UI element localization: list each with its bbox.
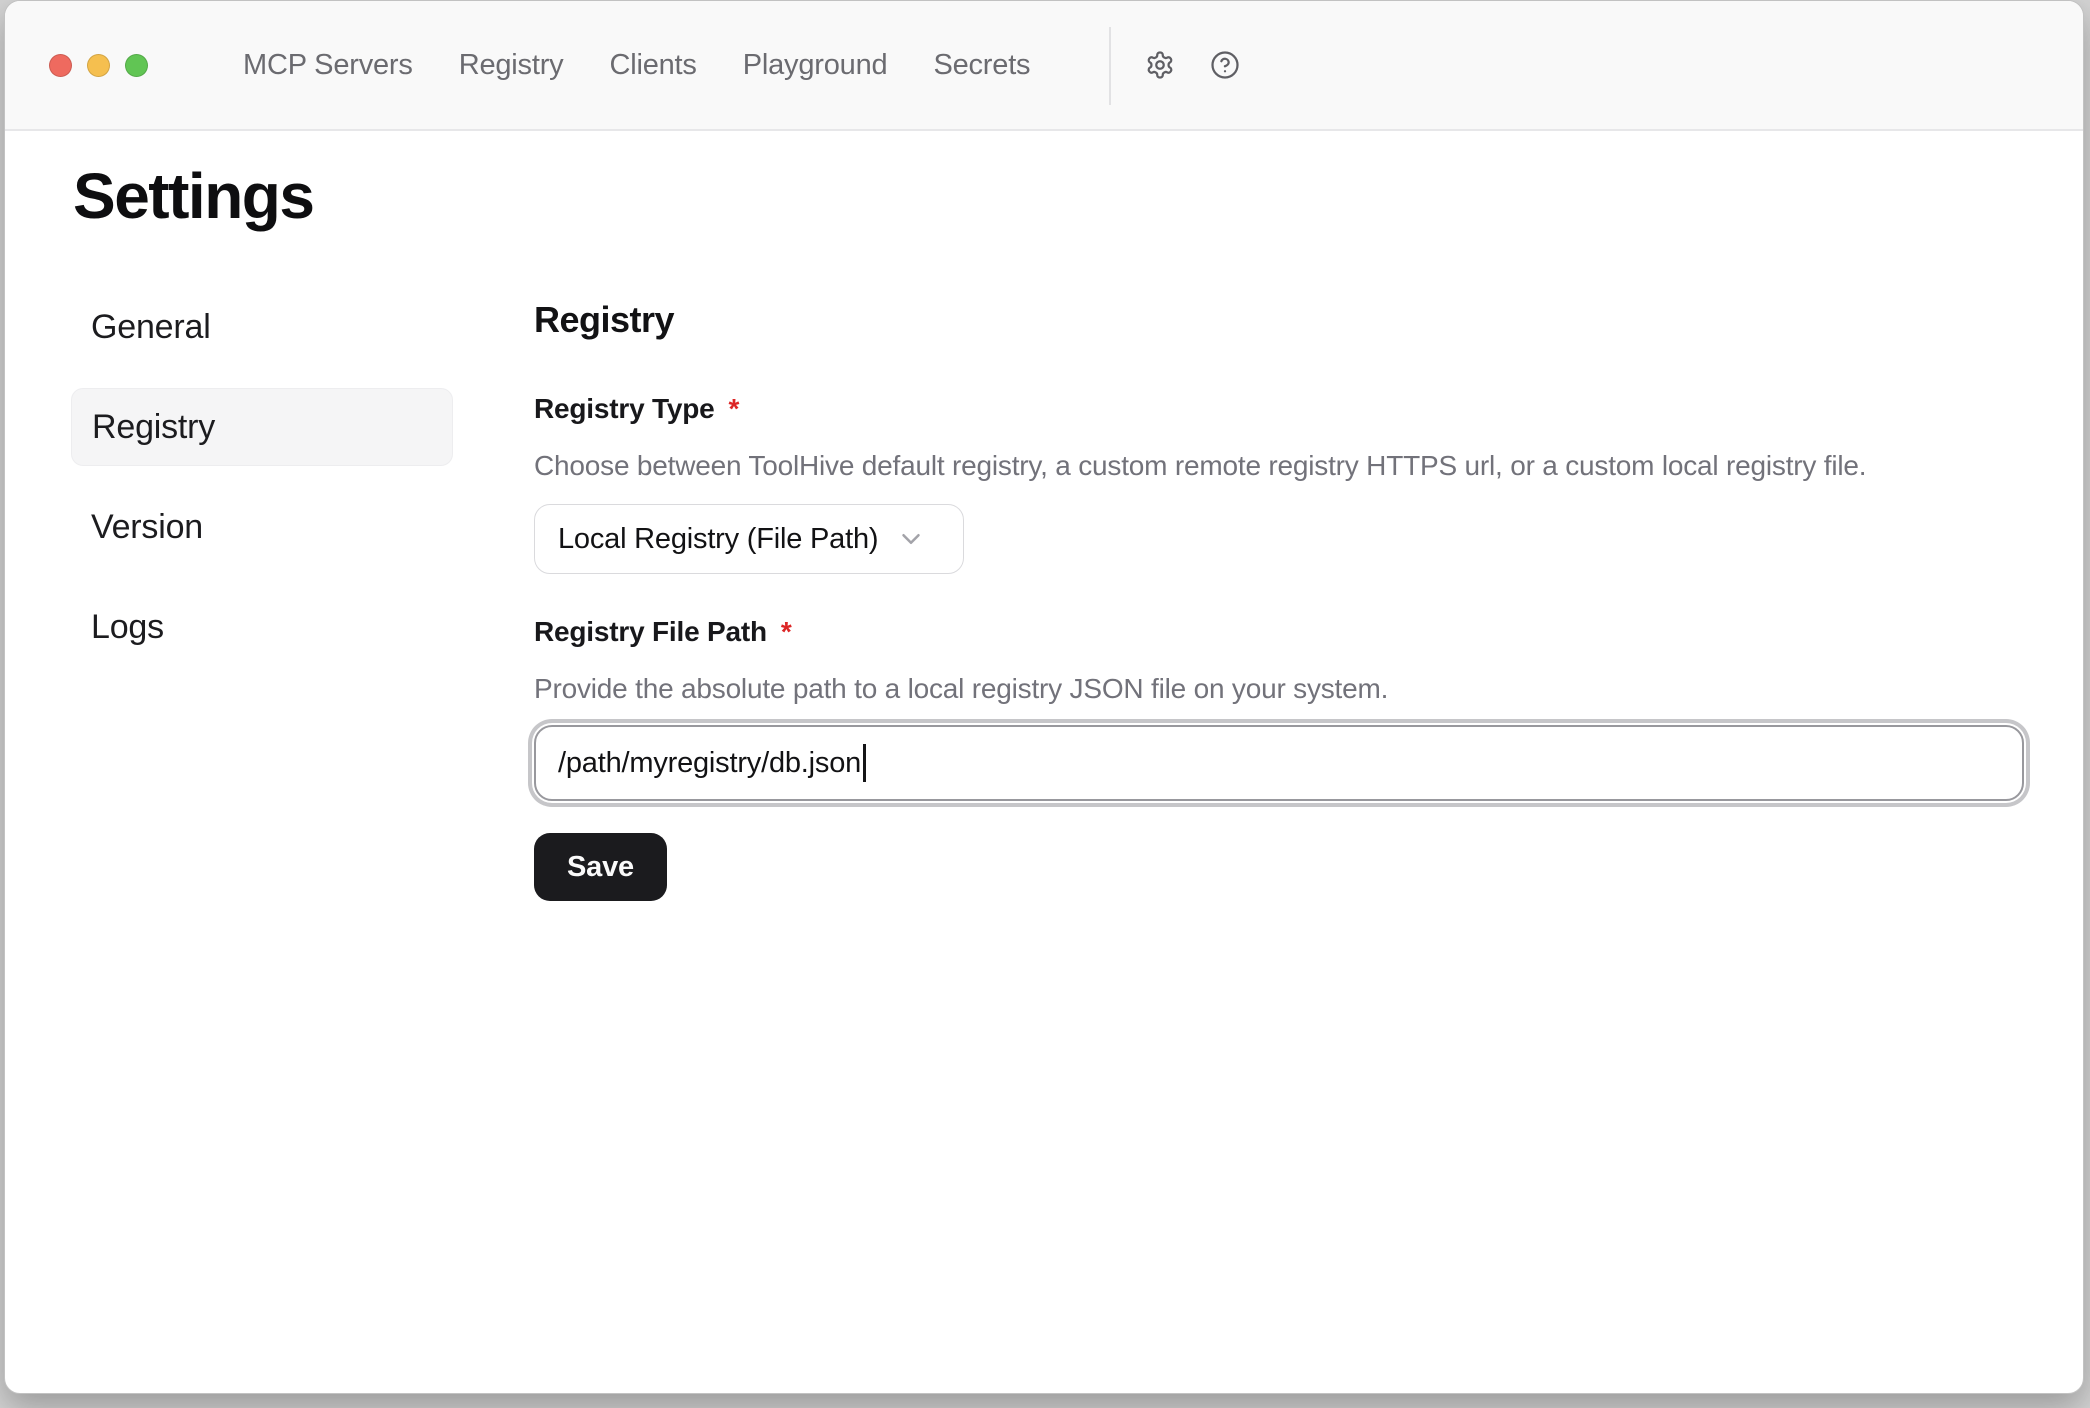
text-cursor (863, 744, 866, 782)
registry-file-path-description: Provide the absolute path to a local reg… (534, 671, 2024, 707)
registry-file-path-label: Registry File Path * (534, 614, 2024, 650)
titlebar-icons (1145, 1, 1240, 129)
settings-sidebar: General Registry Version Logs (71, 288, 453, 666)
section-title: Registry (534, 296, 2024, 344)
nav-item-clients[interactable]: Clients (609, 49, 696, 82)
top-navigation: MCP Servers Registry Clients Playground … (243, 1, 1030, 129)
required-asterisk: * (729, 391, 740, 427)
titlebar-divider (1109, 27, 1111, 105)
registry-type-description: Choose between ToolHive default registry… (534, 448, 2024, 484)
sidebar-item-general[interactable]: General (71, 288, 453, 366)
app-window: MCP Servers Registry Clients Playground … (4, 0, 2084, 1394)
titlebar: MCP Servers Registry Clients Playground … (5, 1, 2083, 131)
required-asterisk: * (781, 614, 792, 650)
page-title: Settings (73, 159, 313, 233)
nav-item-secrets[interactable]: Secrets (933, 49, 1030, 82)
help-circle-icon[interactable] (1210, 50, 1240, 80)
chevron-down-icon (896, 524, 926, 554)
minimize-window-button[interactable] (87, 54, 110, 77)
nav-item-registry[interactable]: Registry (459, 49, 564, 82)
nav-item-playground[interactable]: Playground (743, 49, 888, 82)
registry-file-path-label-text: Registry File Path (534, 614, 767, 650)
registry-type-selected-value: Local Registry (File Path) (558, 523, 878, 556)
close-window-button[interactable] (49, 54, 72, 77)
sidebar-item-logs[interactable]: Logs (71, 588, 453, 666)
registry-file-path-input-value: /path/myregistry/db.json (558, 747, 861, 780)
save-button[interactable]: Save (534, 833, 667, 901)
registry-file-path-input[interactable]: /path/myregistry/db.json (534, 725, 2024, 801)
gear-icon[interactable] (1145, 50, 1175, 80)
registry-type-select[interactable]: Local Registry (File Path) (534, 504, 964, 574)
registry-type-label-text: Registry Type (534, 391, 715, 427)
zoom-window-button[interactable] (125, 54, 148, 77)
registry-type-label: Registry Type * (534, 391, 2024, 427)
window-controls (5, 54, 148, 77)
sidebar-item-registry[interactable]: Registry (71, 388, 453, 466)
sidebar-item-version[interactable]: Version (71, 488, 453, 566)
registry-settings-panel: Registry Registry Type * Choose between … (534, 296, 2024, 901)
desktop-background: MCP Servers Registry Clients Playground … (0, 0, 2090, 1408)
nav-item-mcp-servers[interactable]: MCP Servers (243, 49, 413, 82)
